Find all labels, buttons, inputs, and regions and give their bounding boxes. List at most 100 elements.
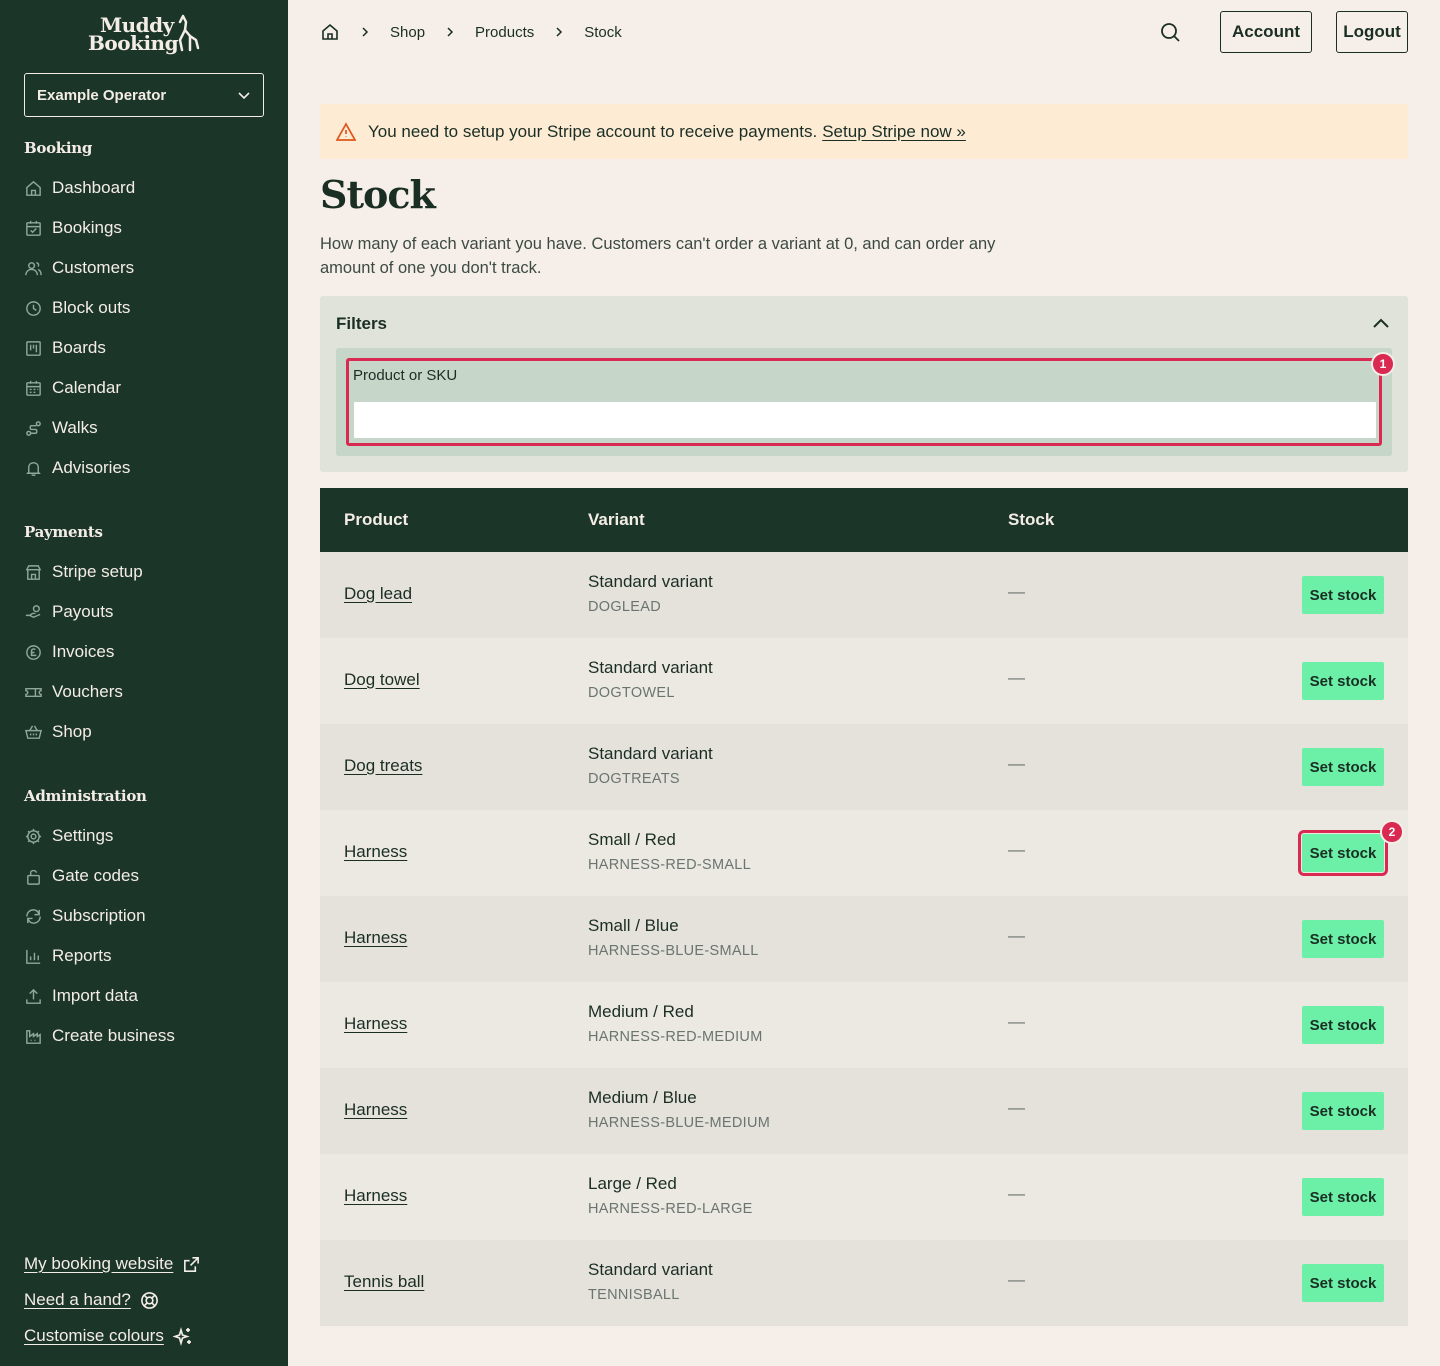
sidebar-item-label: Stripe setup [52,562,143,581]
need-a-hand-link[interactable]: Need a hand? [24,1290,159,1310]
stock-value: — [1008,582,1025,601]
product-link[interactable]: Harness [344,842,407,862]
section-title-booking: Booking [24,139,93,157]
sidebar-item-advisories[interactable]: Advisories [24,456,130,480]
breadcrumb-products[interactable]: Products [475,24,534,41]
sidebar-item-gate-codes[interactable]: Gate codes [24,864,139,888]
filters-title[interactable]: Filters [336,314,387,334]
product-link[interactable]: Dog lead [344,584,412,604]
warning-icon [336,121,356,141]
sidebar-item-block-outs[interactable]: Block outs [24,296,130,320]
sidebar-item-label: Shop [52,722,92,741]
sidebar-item-subscription[interactable]: Subscription [24,904,146,928]
sidebar-item-customers[interactable]: Customers [24,256,134,280]
chevron-right-icon [445,26,455,38]
product-sku-input[interactable] [353,401,1377,439]
set-stock-button[interactable]: Set stock [1302,576,1384,614]
set-stock-button[interactable]: Set stock [1302,1006,1384,1044]
set-stock-button[interactable]: Set stock [1302,1178,1384,1216]
variant-sku: DOGTREATS [588,771,680,787]
breadcrumb: Shop Products Stock [320,20,622,44]
basket-icon [24,724,43,739]
table-body: Dog lead Standard variant DOGLEAD — Set … [320,552,1408,1326]
table-row: Dog towel Standard variant DOGTOWEL — Se… [320,638,1408,724]
sidebar-item-settings[interactable]: Settings [24,824,113,848]
sidebar-item-label: Boards [52,338,106,357]
table-row: Harness Medium / Red HARNESS-RED-MEDIUM … [320,982,1408,1068]
table-row: Harness Small / Blue HARNESS-BLUE-SMALL … [320,896,1408,982]
sidebar-item-payouts[interactable]: Payouts [24,600,113,624]
variant-name: Small / Blue [588,916,679,935]
variant-name: Standard variant [588,744,713,763]
ticket-icon [25,687,42,697]
set-stock-button[interactable]: Set stock [1302,748,1384,786]
product-link[interactable]: Dog treats [344,756,422,776]
variant-sku: HARNESS-BLUE-SMALL [588,943,759,959]
sidebar-item-vouchers[interactable]: Vouchers [24,680,123,704]
stripe-alert: You need to setup your Stripe account to… [320,104,1408,159]
sidebar-item-import-data[interactable]: Import data [24,984,138,1008]
search-icon[interactable] [1158,20,1182,44]
external-link-icon [184,1256,200,1272]
chevron-up-icon[interactable] [1372,316,1390,330]
sidebar-item-stripe-setup[interactable]: Stripe setup [24,560,143,584]
sidebar-item-invoices[interactable]: Invoices [24,640,114,664]
set-stock-button[interactable]: Set stock [1302,1092,1384,1130]
home-icon [26,180,41,196]
product-link[interactable]: Dog towel [344,670,420,690]
product-sku-label: Product or SKU [353,367,458,384]
sidebar-item-reports[interactable]: Reports [24,944,112,968]
variant-name: Standard variant [588,1260,713,1279]
stock-value: — [1008,1270,1025,1289]
set-stock-button[interactable]: Set stock [1298,830,1388,876]
stock-value: — [1008,1012,1025,1031]
column-header-product: Product [344,510,409,529]
stock-value: — [1008,754,1025,773]
users-icon [25,261,42,275]
sidebar-item-create-business[interactable]: Create business [24,1024,175,1048]
annotation-badge: 1 [1371,352,1395,376]
column-header-variant: Variant [588,510,645,529]
sidebar-item-walks[interactable]: Walks [24,416,98,440]
sidebar-item-boards[interactable]: Boards [24,336,106,360]
sidebar-item-bookings[interactable]: Bookings [24,216,122,240]
variant-sku: DOGLEAD [588,599,662,615]
sidebar-item-label: Walks [52,418,98,437]
my-booking-website-link[interactable]: My booking website [24,1254,201,1274]
operator-select[interactable]: Example Operator [24,73,264,117]
sidebar-item-label: Create business [52,1026,175,1045]
bell-icon [26,461,41,476]
footer-link-label: My booking website [24,1254,174,1273]
home-icon[interactable] [320,22,340,42]
sidebar-item-calendar[interactable]: Calendar [24,376,121,400]
customise-colours-link[interactable]: Customise colours [24,1326,193,1346]
variant-name: Medium / Red [588,1002,694,1021]
set-stock-button[interactable]: Set stock [1302,1264,1384,1302]
set-stock-button[interactable]: Set stock [1302,920,1384,958]
table-row: Dog treats Standard variant DOGTREATS — … [320,724,1408,810]
sidebar-item-shop[interactable]: Shop [24,720,92,744]
account-button[interactable]: Account [1220,11,1312,53]
stock-value: — [1008,840,1025,859]
calendar-check-icon [26,220,41,236]
product-link[interactable]: Tennis ball [344,1272,424,1292]
brand-logo[interactable]: Muddy Booking [88,14,202,54]
sidebar-item-dashboard[interactable]: Dashboard [24,176,135,200]
sidebar-item-label: Settings [52,826,114,845]
product-link[interactable]: Harness [344,928,407,948]
sidebar-item-label: Customers [52,258,135,277]
sidebar-item-label: Payouts [52,602,114,621]
route-icon [26,420,41,436]
logout-button[interactable]: Logout [1336,11,1408,53]
breadcrumb-shop[interactable]: Shop [390,24,425,41]
product-link[interactable]: Harness [344,1100,407,1120]
table-header: Product Variant Stock [320,488,1408,552]
set-stock-button[interactable]: Set stock [1302,662,1384,700]
filter-group: Product or SKU [336,348,1392,456]
setup-stripe-link[interactable]: Setup Stripe now » [822,122,966,142]
sidebar-item-label: Import data [52,986,138,1005]
product-link[interactable]: Harness [344,1186,407,1206]
product-link[interactable]: Harness [344,1014,407,1034]
stock-value: — [1008,1184,1025,1203]
variant-sku: HARNESS-RED-LARGE [588,1201,753,1217]
